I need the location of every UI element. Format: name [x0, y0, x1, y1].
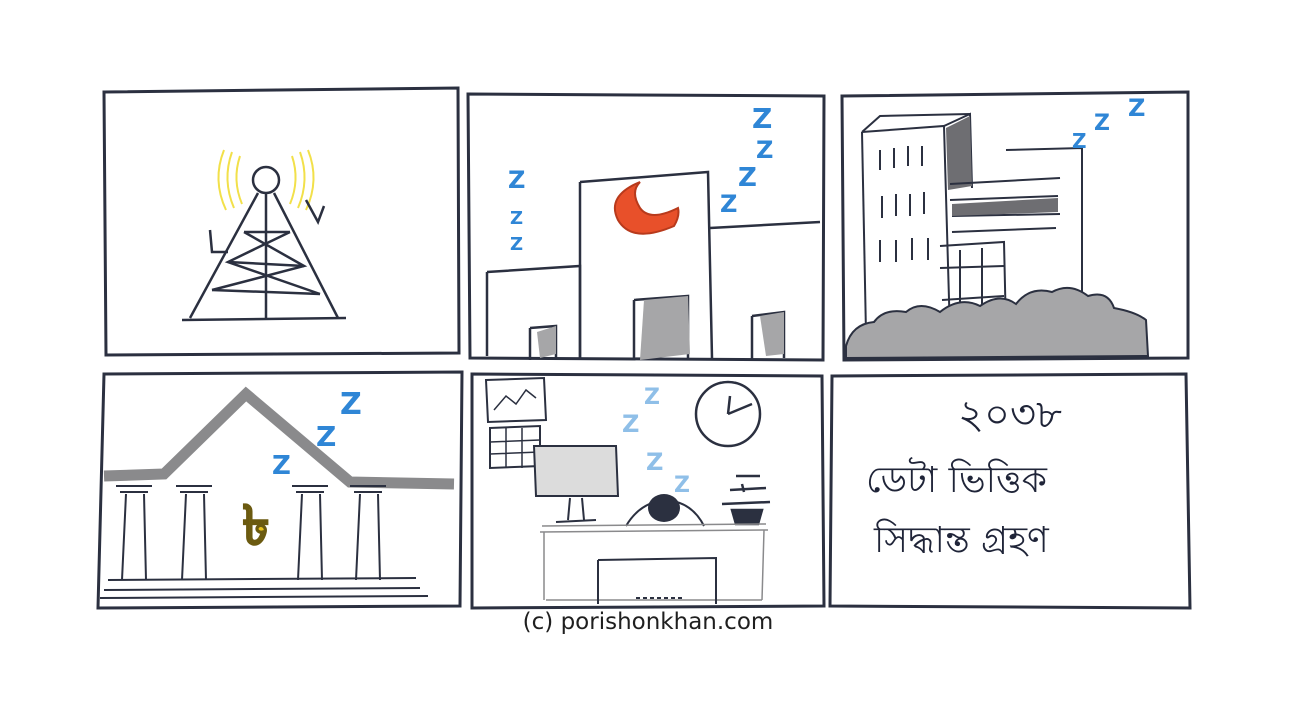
caption-line-2: সিদ্ধান্ত গ্রহণ: [873, 519, 1050, 561]
door-shadow: [640, 296, 690, 360]
tree-line-icon: [845, 286, 1150, 360]
zzz-letter: Z: [622, 410, 639, 438]
desk-plant-icon: [721, 474, 771, 526]
zzz-letter: Z: [508, 166, 525, 194]
zzz-letter: Z: [646, 448, 663, 476]
zzz-group: Z Z Z Z: [622, 385, 690, 498]
caption-year: ২০৩৮: [958, 392, 1062, 438]
zzz-letter: Z: [1072, 129, 1087, 153]
zzz-letter: Z: [738, 163, 757, 193]
desk-icon: [539, 523, 769, 604]
zzz-letter: Z: [752, 102, 772, 135]
caption-text: ২০৩৮ ডেটা ভিত্তিক সিদ্ধান্ত গ্রহণ: [866, 392, 1062, 561]
zzz-letter: Z: [272, 451, 291, 481]
zzz-letter: Z: [644, 385, 660, 410]
zzz-letter: Z: [340, 387, 362, 422]
sleeping-person-icon: [625, 494, 705, 527]
zzz-letter: Z: [720, 190, 737, 218]
door-shadow: [760, 312, 784, 356]
cell-tower-icon: [181, 165, 347, 322]
door-shadow: [537, 326, 556, 358]
monitor-icon: [532, 445, 620, 523]
building-shade: [946, 116, 972, 190]
crescent-moon-icon: [613, 181, 680, 235]
clock-icon: [694, 380, 762, 448]
panel-frame: [96, 370, 464, 610]
zzz-letter: Z: [756, 136, 773, 164]
taka-symbol-icon: ৳: [243, 494, 270, 557]
panel-city-buildings: [840, 90, 1190, 362]
zzz-letter: Z: [1128, 94, 1145, 122]
zzz-group: Z Z Z: [1072, 94, 1145, 153]
building-shade: [952, 198, 1058, 216]
zzz-letter: Z: [1094, 111, 1110, 136]
caption-line-1: ডেটা ভিত্তিক: [866, 457, 1048, 501]
panel-bank: [96, 370, 464, 610]
panel-tower: [102, 86, 461, 357]
copyright-credit: (c) porishonkhan.com: [522, 609, 774, 635]
zzz-letter: Z: [510, 208, 523, 229]
comic-strip: Z Z Z Z Z Z Z Z Z Z Z Z Z ৳ Z Z Z Z ২০৩৮…: [96, 86, 1192, 610]
zzz-letter: Z: [510, 234, 523, 255]
zzz-letter: Z: [316, 420, 336, 453]
zzz-letter: Z: [674, 473, 690, 498]
panel-frame: [102, 86, 461, 357]
